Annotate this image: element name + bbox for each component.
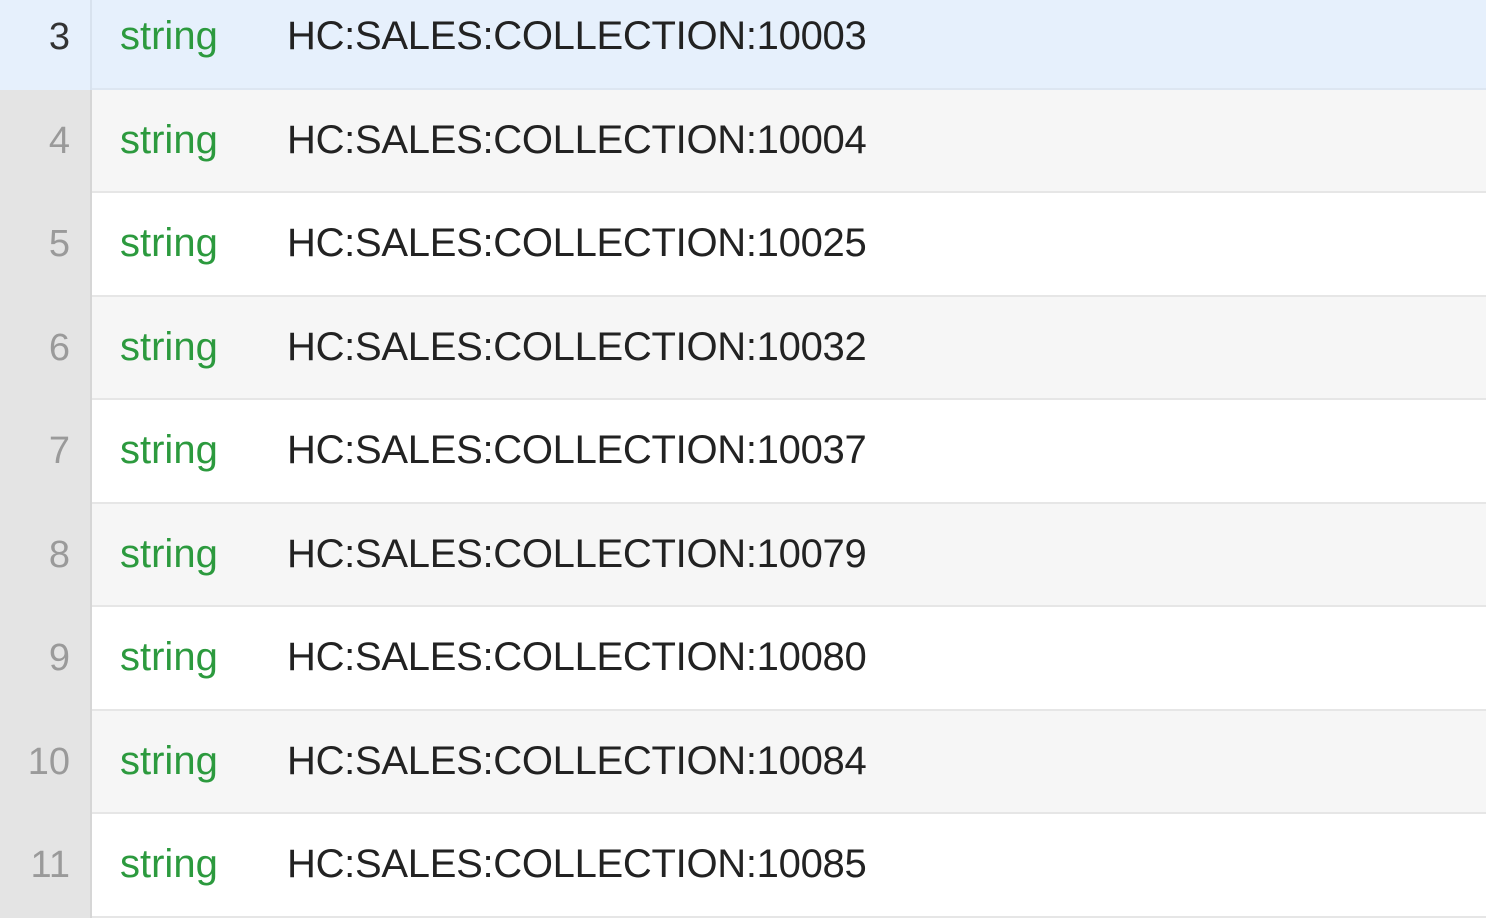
type-cell: string (120, 117, 218, 162)
value-cell[interactable]: HC:SALES:COLLECTION:10004 (287, 118, 867, 163)
table-row[interactable]: 5 string HC:SALES:COLLECTION:10025 (0, 193, 1486, 297)
row-number: 8 (0, 503, 92, 607)
value-cell[interactable]: HC:SALES:COLLECTION:10085 (287, 842, 867, 887)
table-row[interactable]: 4 string HC:SALES:COLLECTION:10004 (0, 89, 1486, 193)
value-cell[interactable]: HC:SALES:COLLECTION:10084 (287, 739, 867, 784)
table-row[interactable]: 7 string HC:SALES:COLLECTION:10037 (0, 400, 1486, 504)
value-cell[interactable]: HC:SALES:COLLECTION:10025 (287, 221, 867, 266)
row-number: 6 (0, 296, 92, 400)
value-cell[interactable]: HC:SALES:COLLECTION:10032 (287, 325, 867, 370)
row-cells: string HC:SALES:COLLECTION:10004 (92, 89, 1486, 193)
type-cell: string (120, 842, 218, 887)
key-value-grid: 3 string HC:SALES:COLLECTION:10003 4 str… (0, 0, 1486, 919)
type-cell: string (120, 324, 218, 369)
table-row[interactable]: 3 string HC:SALES:COLLECTION:10003 (0, 0, 1486, 90)
table-row[interactable]: 11 string HC:SALES:COLLECTION:10085 (0, 814, 1486, 918)
row-cells: string HC:SALES:COLLECTION:10079 (92, 503, 1486, 607)
table-row[interactable]: 10 string HC:SALES:COLLECTION:10084 (0, 710, 1486, 814)
row-number: 5 (0, 193, 92, 297)
row-number: 7 (0, 400, 92, 504)
row-cells: string HC:SALES:COLLECTION:10085 (92, 814, 1486, 918)
row-number: 3 (0, 0, 92, 90)
row-number: 10 (0, 710, 92, 814)
table-row[interactable]: 9 string HC:SALES:COLLECTION:10080 (0, 607, 1486, 711)
type-cell: string (120, 221, 218, 266)
row-number: 4 (0, 89, 92, 193)
type-cell: string (120, 428, 218, 473)
type-cell: string (120, 531, 218, 576)
type-cell: string (120, 14, 218, 59)
row-cells: string HC:SALES:COLLECTION:10003 (92, 0, 1486, 90)
row-cells: string HC:SALES:COLLECTION:10037 (92, 400, 1486, 504)
row-cells: string HC:SALES:COLLECTION:10084 (92, 710, 1486, 814)
row-cells: string HC:SALES:COLLECTION:10032 (92, 296, 1486, 400)
row-cells: string HC:SALES:COLLECTION:10025 (92, 193, 1486, 297)
value-cell[interactable]: HC:SALES:COLLECTION:10037 (287, 428, 867, 473)
type-cell: string (120, 738, 218, 783)
row-number: 9 (0, 607, 92, 711)
table-row[interactable]: 6 string HC:SALES:COLLECTION:10032 (0, 296, 1486, 400)
type-cell: string (120, 635, 218, 680)
row-cells: string HC:SALES:COLLECTION:10080 (92, 607, 1486, 711)
value-cell[interactable]: HC:SALES:COLLECTION:10003 (287, 14, 867, 59)
value-cell[interactable]: HC:SALES:COLLECTION:10080 (287, 635, 867, 680)
value-cell[interactable]: HC:SALES:COLLECTION:10079 (287, 532, 867, 577)
table-row[interactable]: 8 string HC:SALES:COLLECTION:10079 (0, 503, 1486, 607)
row-number: 11 (0, 814, 92, 918)
